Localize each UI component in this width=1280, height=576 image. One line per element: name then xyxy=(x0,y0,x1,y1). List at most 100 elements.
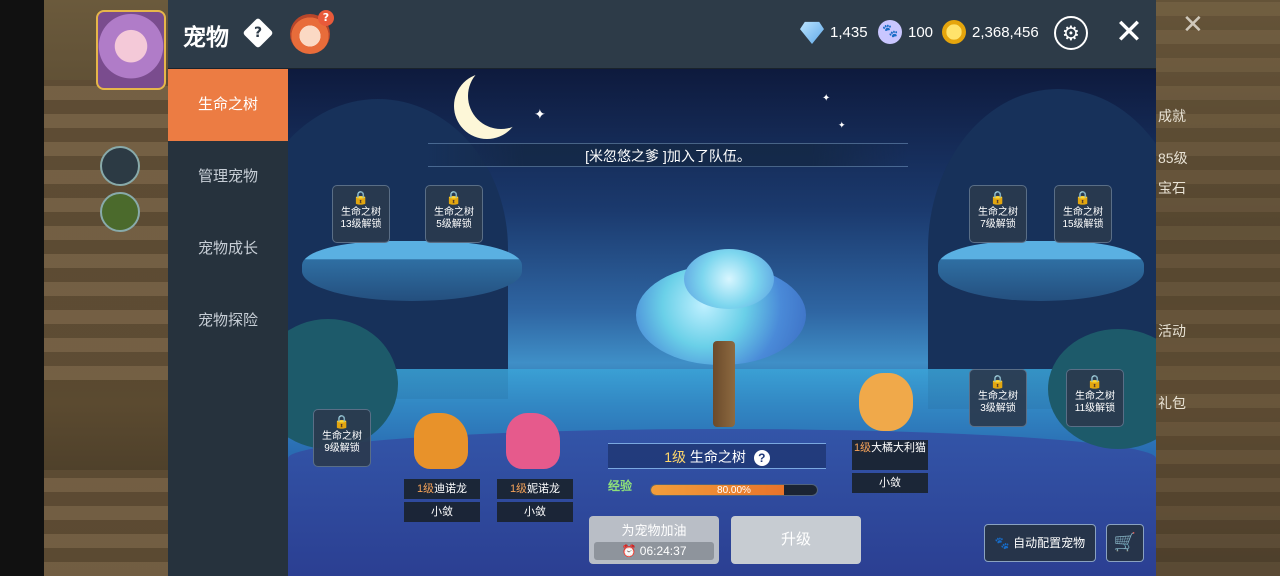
pet-name: 妮诺龙 xyxy=(527,483,561,495)
pet-cat-sprite[interactable] xyxy=(851,367,921,437)
upgrade-button[interactable]: 升级 xyxy=(731,516,861,564)
pet-name-label: 1级妮诺龙 xyxy=(497,479,573,499)
sidebar: 生命之树 管理宠物 宠物成长 宠物探险 xyxy=(168,69,288,576)
slot-unlock-level: 15级解锁 xyxy=(1062,219,1104,230)
floating-island-right xyxy=(938,241,1144,301)
pet-ninolong-sprite[interactable] xyxy=(498,405,568,475)
pet-body xyxy=(859,373,913,431)
player-avatar[interactable] xyxy=(96,10,166,90)
game-close-icon[interactable]: ✕ xyxy=(1182,10,1204,40)
game-map-icon[interactable] xyxy=(100,146,140,186)
tree-scene: ✦ ✦ ✦ [米忽悠之爹 ]加入了队伍。 🔒 生命之树 13级解锁 🔒 生命之树… xyxy=(288,69,1156,576)
currency-diamond[interactable]: 1,435 xyxy=(800,20,868,44)
locked-slot[interactable]: 🔒 生命之树 7级解锁 xyxy=(969,185,1027,243)
mascot-icon[interactable]: ? xyxy=(290,10,334,54)
pet-role-label: 小敛 xyxy=(404,502,480,522)
page-title: 宠物 xyxy=(183,24,229,50)
tree-help-icon[interactable]: ? xyxy=(753,450,770,466)
cliff-left xyxy=(44,80,168,380)
locked-slot[interactable]: 🔒 生命之树 11级解锁 xyxy=(1066,369,1124,427)
slot-label: 生命之树 xyxy=(434,207,474,218)
cliff-left-lower xyxy=(44,470,168,576)
slot-label: 生命之树 xyxy=(1063,207,1103,218)
pet-role-label: 小敛 xyxy=(497,502,573,522)
help-glyph: ? xyxy=(253,25,263,41)
pet-name-label: 1级迪诺龙 xyxy=(404,479,480,499)
pet-name-label: 1级大橘大利猫 xyxy=(852,440,928,470)
pet-level: 1级 xyxy=(853,442,872,454)
pet-level: 1级 xyxy=(509,483,528,495)
lock-icon: 🔒 xyxy=(445,191,463,206)
game-label-gem[interactable]: 宝石 xyxy=(1158,178,1186,198)
lock-icon: 🔒 xyxy=(352,191,370,206)
lock-icon: 🔒 xyxy=(1086,375,1104,390)
tree-name: 生命之树 xyxy=(689,449,746,465)
gold-count: 2,368,456 xyxy=(972,23,1039,41)
lock-icon: 🔒 xyxy=(989,191,1007,206)
tab-pet-growth[interactable]: 宠物成长 xyxy=(168,213,288,285)
help-icon[interactable]: ? xyxy=(242,17,274,49)
slot-unlock-level: 9级解锁 xyxy=(324,443,360,454)
tree-level: 1级 xyxy=(664,449,686,465)
star: ✦ xyxy=(534,107,546,123)
slot-label: 生命之树 xyxy=(978,207,1018,218)
star: ✦ xyxy=(822,93,831,104)
currency-exchange-icon[interactable] xyxy=(1054,16,1088,50)
slot-label: 生命之树 xyxy=(1075,391,1115,402)
locked-slot[interactable]: 🔒 生命之树 5级解锁 xyxy=(425,185,483,243)
boost-pet-button[interactable]: 为宠物加油 ⏰ 06:24:37 xyxy=(589,516,719,564)
slot-label: 生命之树 xyxy=(978,391,1018,402)
tree-crown-top xyxy=(684,249,774,309)
panel-header: 宠物 ? ? 1,435 100 2,368,456 ✕ xyxy=(168,0,1156,69)
moon xyxy=(468,69,534,129)
pet-name: 大橘大利猫 xyxy=(871,442,927,454)
game-label-achievement[interactable]: 成就 xyxy=(1158,106,1186,126)
tab-tree-of-life[interactable]: 生命之树 xyxy=(168,69,288,141)
locked-slot[interactable]: 🔒 生命之树 9级解锁 xyxy=(313,409,371,467)
slot-unlock-level: 5级解锁 xyxy=(436,219,472,230)
star: ✦ xyxy=(838,121,846,131)
slot-unlock-level: 7级解锁 xyxy=(980,219,1016,230)
auto-assign-label: 自动配置宠物 xyxy=(1013,536,1086,550)
pet-level: 1级 xyxy=(416,483,435,495)
lock-icon: 🔒 xyxy=(1074,191,1092,206)
cliff-right xyxy=(1156,0,1280,576)
slot-unlock-level: 3级解锁 xyxy=(980,403,1016,414)
currency-gold[interactable]: 2,368,456 xyxy=(942,20,1039,44)
device-edge xyxy=(0,0,44,576)
tree-trunk xyxy=(713,341,735,427)
lock-icon: 🔒 xyxy=(333,415,351,430)
locked-slot[interactable]: 🔒 生命之树 3级解锁 xyxy=(969,369,1027,427)
boost-label: 为宠物加油 xyxy=(621,523,687,538)
boost-timer-value: 06:24:37 xyxy=(639,544,687,558)
pet-dinolong-sprite[interactable] xyxy=(406,405,476,475)
close-button[interactable]: ✕ xyxy=(1114,14,1144,50)
shop-cart-icon[interactable]: 🛒 xyxy=(1106,524,1144,562)
floating-island-left xyxy=(302,241,522,301)
exp-progress-bar: 80.00% xyxy=(650,484,818,496)
tab-manage-pets[interactable]: 管理宠物 xyxy=(168,141,288,213)
paw-coin-icon xyxy=(878,20,902,44)
boost-timer: ⏰ 06:24:37 xyxy=(594,542,714,560)
pet-body xyxy=(414,413,468,469)
mascot-badge: ? xyxy=(318,10,334,26)
game-label-level: 85级 xyxy=(1158,150,1188,166)
lock-icon: 🔒 xyxy=(989,375,1007,390)
slot-unlock-level: 11级解锁 xyxy=(1074,403,1116,414)
locked-slot[interactable]: 🔒 生命之树 13级解锁 xyxy=(332,185,390,243)
party-notice: [米忽悠之爹 ]加入了队伍。 xyxy=(428,143,908,167)
game-label-event[interactable]: 活动 xyxy=(1158,321,1186,341)
locked-slot[interactable]: 🔒 生命之树 15级解锁 xyxy=(1054,185,1112,243)
slot-unlock-level: 13级解锁 xyxy=(340,219,382,230)
tab-pet-adventure[interactable]: 宠物探险 xyxy=(168,285,288,357)
exp-label: 经验 xyxy=(608,479,633,493)
paw-count: 100 xyxy=(908,23,934,41)
game-quest-icon[interactable] xyxy=(100,192,140,232)
slot-label: 生命之树 xyxy=(322,431,362,442)
auto-assign-button[interactable]: 🐾 自动配置宠物 xyxy=(984,524,1096,562)
diamond-count: 1,435 xyxy=(830,23,868,41)
gold-coin-icon xyxy=(942,20,966,44)
currency-paw[interactable]: 100 xyxy=(878,20,933,44)
pet-role-label: 小敛 xyxy=(852,473,928,493)
game-label-gift[interactable]: 礼包 xyxy=(1158,393,1186,413)
